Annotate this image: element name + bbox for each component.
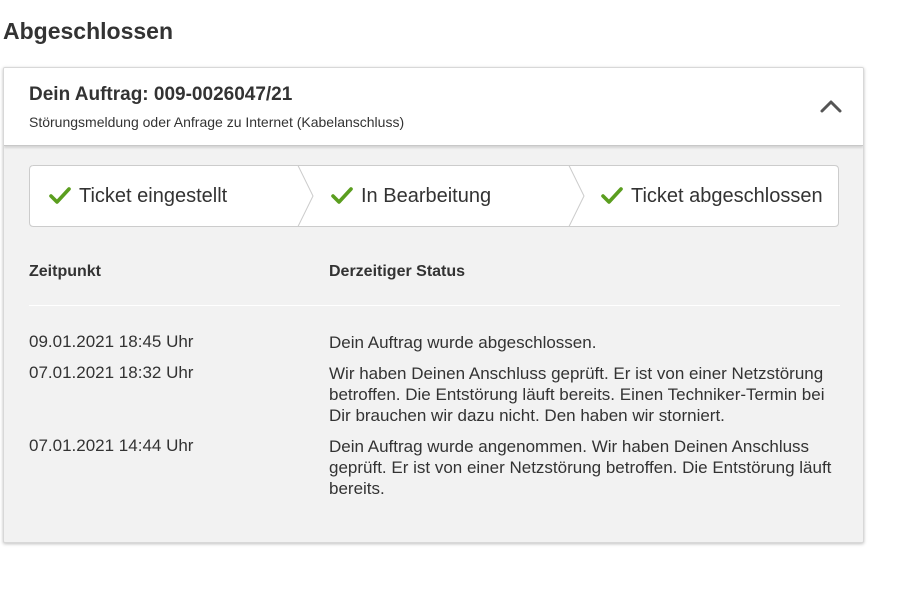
order-subtitle: Störungsmeldung oder Anfrage zu Internet… <box>29 114 405 130</box>
row-status-text: Dein Auftrag wurde abgeschlossen. <box>329 333 597 352</box>
order-title: Dein Auftrag: 009-0026047/21 <box>29 84 293 105</box>
step-label: In Bearbeitung <box>361 184 492 207</box>
step-in-bearbeitung: In Bearbeitung <box>331 165 491 227</box>
row-status-text: Wir haben Deinen Anschluss geprüft. Er i… <box>329 364 825 425</box>
step-ticket-abgeschlossen: Ticket abgeschlossen <box>601 165 823 227</box>
column-header-zeitpunkt: Zeitpunkt <box>29 263 101 280</box>
order-card-header[interactable]: Dein Auftrag: 009-0026047/21 Störungsmel… <box>4 68 863 146</box>
row-timestamp: 07.01.2021 18:32 Uhr <box>29 363 194 382</box>
step-ticket-eingestellt: Ticket eingestellt <box>49 165 227 227</box>
order-card: Dein Auftrag: 009-0026047/21 Störungsmel… <box>3 67 864 543</box>
check-icon <box>601 187 623 204</box>
page-title: Abgeschlossen <box>3 18 173 44</box>
check-icon <box>331 187 353 204</box>
step-label: Ticket abgeschlossen <box>631 184 823 207</box>
row-timestamp: 09.01.2021 18:45 Uhr <box>29 332 194 351</box>
chevron-up-icon[interactable] <box>819 96 843 116</box>
row-status-text: Dein Auftrag wurde angenommen. Wir haben… <box>329 437 832 498</box>
progress-steps: Ticket eingestellt In Bearbeitung Ticket… <box>29 165 839 227</box>
step-label: Ticket eingestellt <box>79 184 228 207</box>
check-icon <box>49 187 71 204</box>
row-timestamp: 07.01.2021 14:44 Uhr <box>29 436 194 455</box>
table-divider <box>29 305 840 306</box>
column-header-status: Derzeitiger Status <box>329 263 466 280</box>
